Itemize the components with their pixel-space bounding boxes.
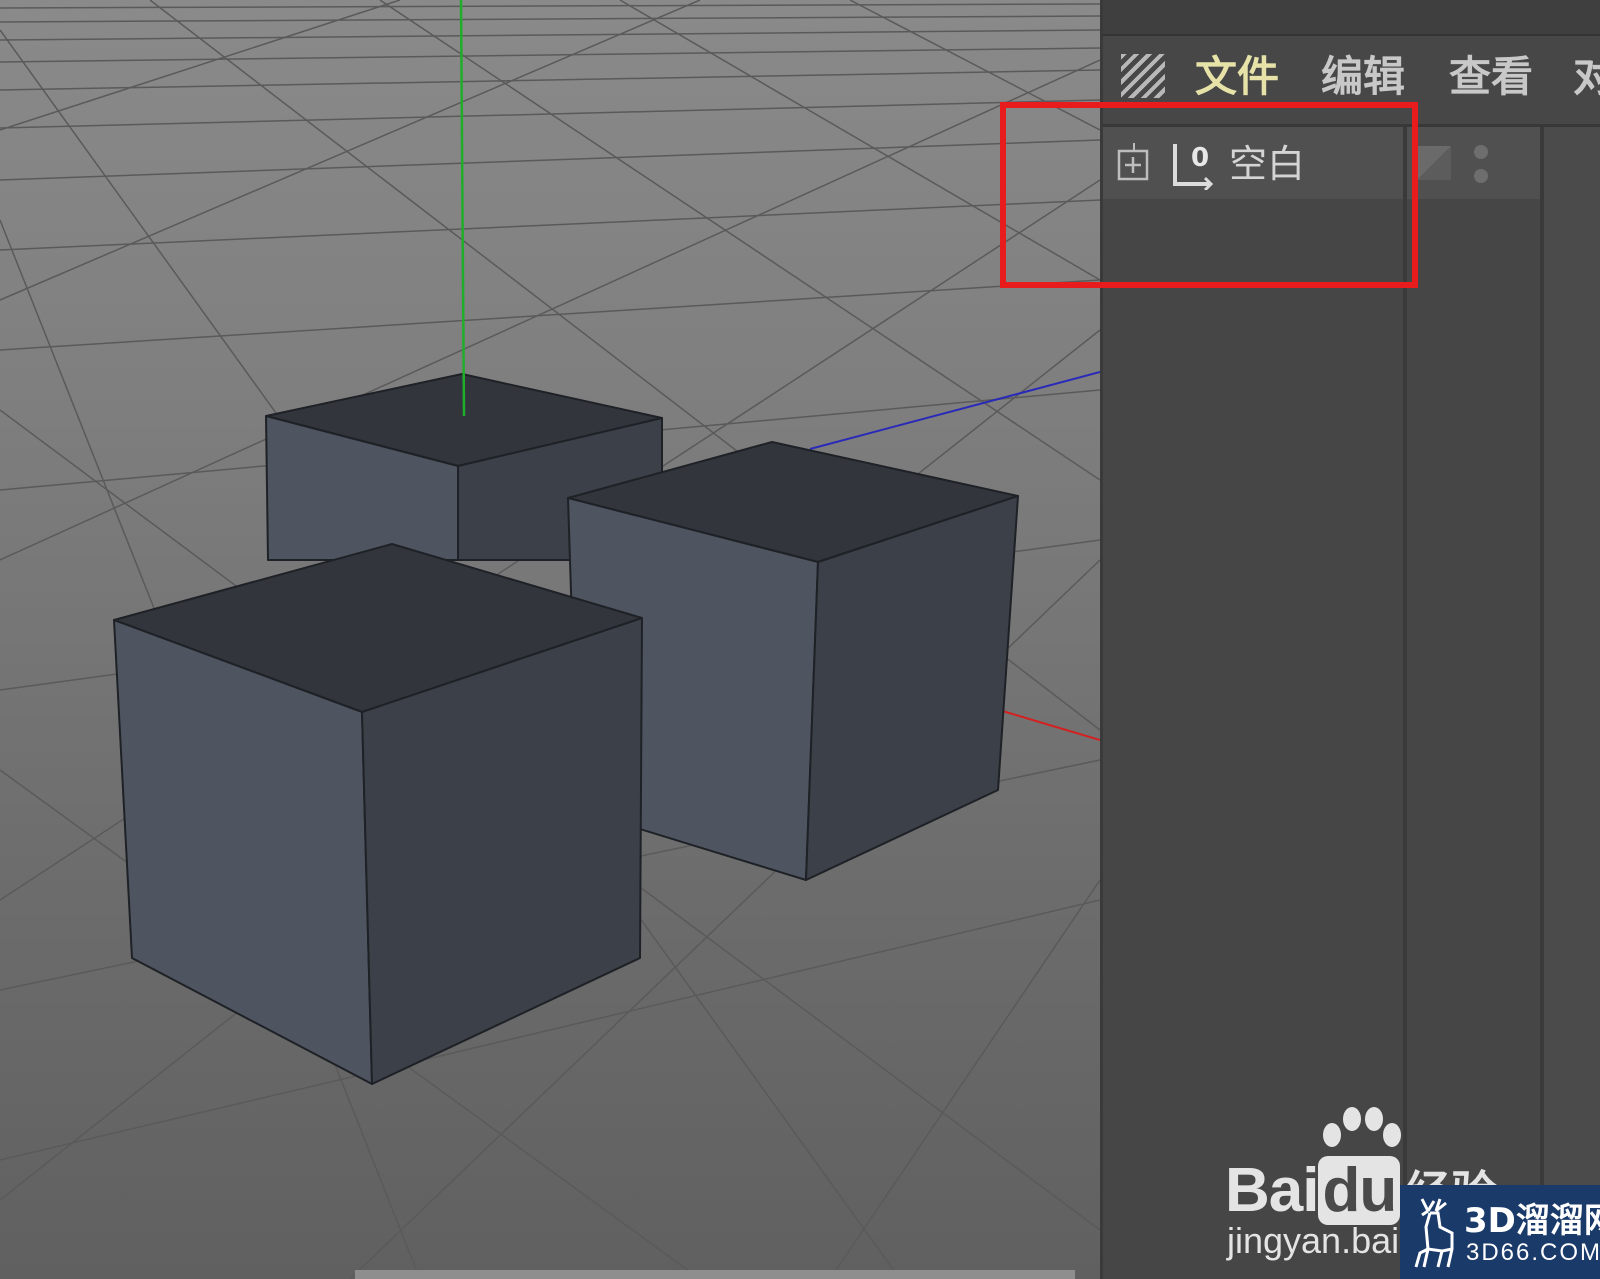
3d66-site-url: 3D66.COM [1466,1239,1600,1266]
y-axis-line [459,0,466,417]
baidu-logo-text: Baidu [1225,1155,1401,1226]
3d-viewport[interactable] [0,0,1100,1279]
3d66-watermark: 3D溜溜网 3D66.COM [1400,1185,1600,1279]
cube-front[interactable] [113,543,643,1085]
baidu-url-label: jingyan.bai [1227,1220,1400,1261]
menu-edit[interactable]: 编辑 [1321,52,1405,102]
layer-edit-icon[interactable] [1415,144,1453,182]
column-divider[interactable] [1540,127,1544,1279]
menu-object[interactable]: 对 [1573,52,1600,102]
visibility-dots-icon[interactable] [1469,142,1493,186]
tags-column [1544,127,1600,1279]
menu-view[interactable]: 查看 [1449,52,1533,102]
3d66-site-title: 3D溜溜网 [1464,1201,1600,1241]
panel-top-strip [1103,0,1600,36]
panel-grip-icon[interactable] [1121,54,1165,98]
deer-logo-icon [1414,1198,1454,1268]
viewport-scrollbar[interactable] [355,1270,1075,1279]
viewport-scene [0,0,1100,1279]
red-highlight-box [1000,102,1418,288]
menu-file[interactable]: 文件 [1195,52,1279,102]
